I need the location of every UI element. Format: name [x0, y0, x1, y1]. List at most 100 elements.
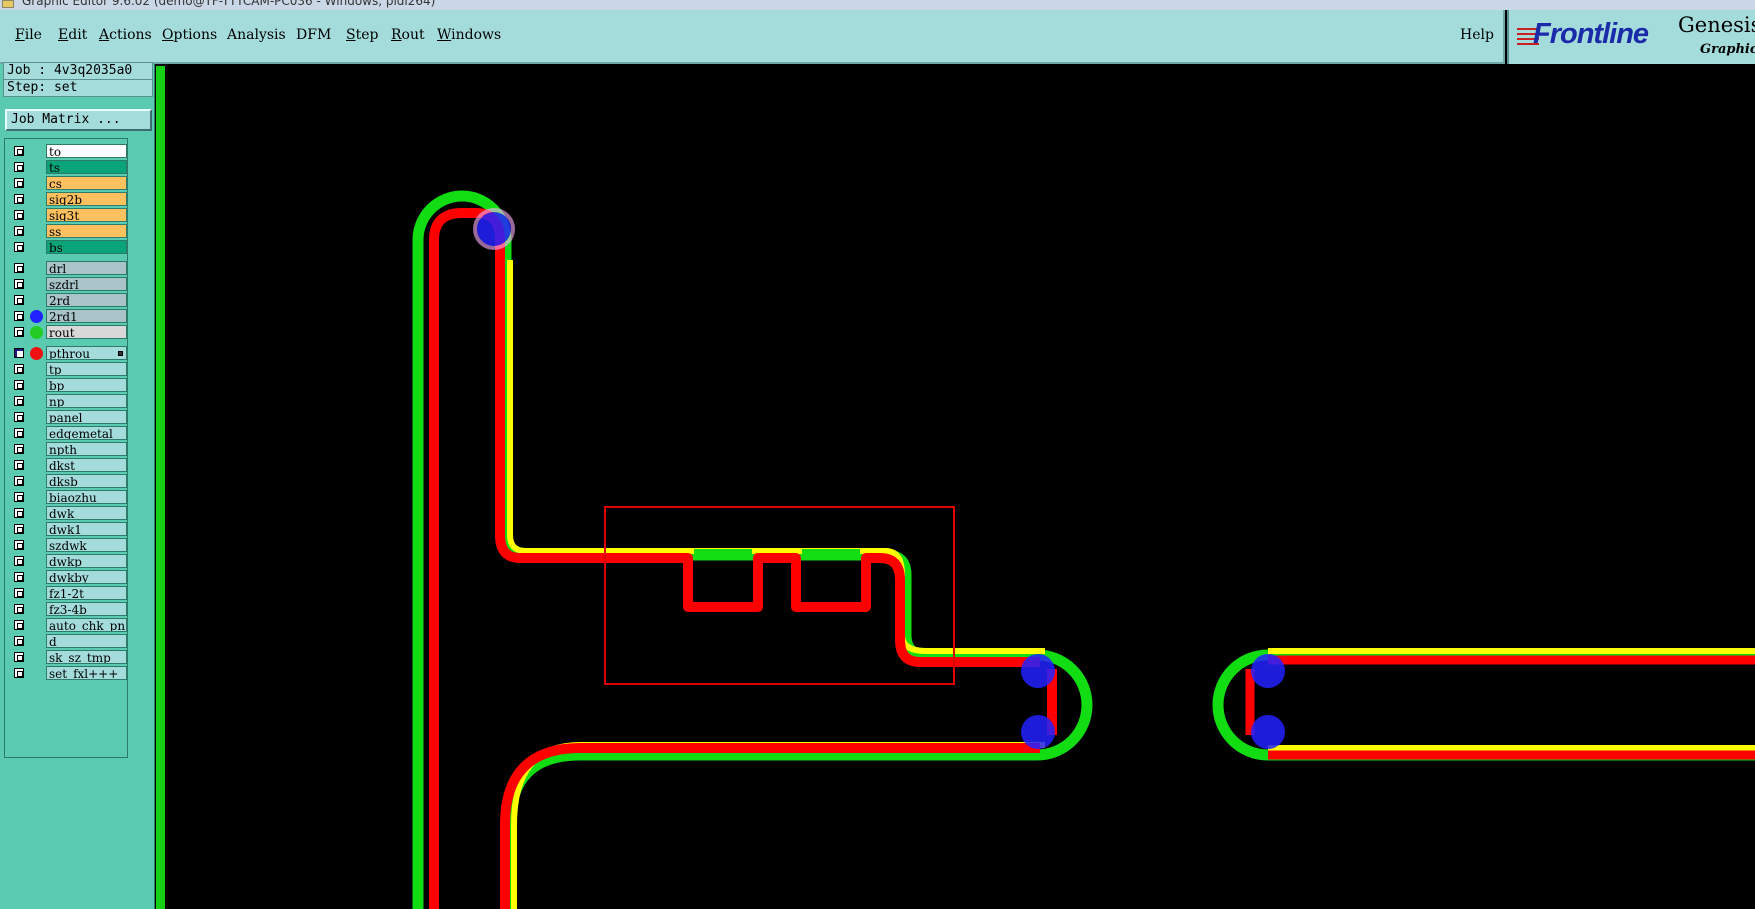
layer-row-sig3t[interactable]: sig3t — [9, 208, 127, 222]
menu-dfm[interactable]: DFM — [296, 27, 331, 43]
layer-label[interactable]: szdwk — [46, 538, 127, 552]
layer-row-bp[interactable]: bp — [9, 378, 127, 392]
menu-options[interactable]: Options — [162, 27, 217, 43]
layer-row-2rd[interactable]: 2rd — [9, 293, 127, 307]
layer-checkbox[interactable] — [14, 210, 24, 220]
layer-row-dwk[interactable]: dwk — [9, 506, 127, 520]
layer-checkbox[interactable] — [14, 444, 24, 454]
layer-checkbox[interactable] — [14, 460, 24, 470]
layer-row-d[interactable]: d — [9, 634, 127, 648]
layer-label[interactable]: dwkp — [46, 554, 127, 568]
layer-row-szdwk[interactable]: szdwk — [9, 538, 127, 552]
layer-checkbox[interactable] — [14, 524, 24, 534]
layer-label[interactable]: biaozhu — [46, 490, 127, 504]
menu-analysis[interactable]: Analysis — [227, 27, 286, 43]
layer-row-2rd1[interactable]: 2rd1 — [9, 309, 127, 323]
layer-row-dksb[interactable]: dksb — [9, 474, 127, 488]
layer-checkbox[interactable] — [14, 327, 24, 337]
layer-checkbox[interactable] — [14, 263, 24, 273]
layer-checkbox[interactable] — [14, 476, 24, 486]
layer-label[interactable]: sig2b — [46, 192, 127, 206]
layer-checkbox[interactable] — [14, 146, 24, 156]
layer-label[interactable]: dkst — [46, 458, 127, 472]
layer-checkbox[interactable] — [14, 348, 24, 358]
layer-checkbox[interactable] — [14, 364, 24, 374]
layer-checkbox[interactable] — [14, 380, 24, 390]
layer-checkbox[interactable] — [14, 620, 24, 630]
layer-label[interactable]: fz3-4b — [46, 602, 127, 616]
layer-row-cs[interactable]: cs — [9, 176, 127, 190]
menu-windows[interactable]: Windows — [437, 27, 501, 43]
layer-label[interactable]: set_fxl+++ — [46, 666, 127, 680]
layer-label[interactable]: rout — [46, 325, 127, 339]
layer-label[interactable]: drl — [46, 261, 127, 275]
layer-checkbox[interactable] — [14, 412, 24, 422]
menu-actions[interactable]: Actions — [99, 27, 152, 43]
layer-label[interactable]: dwkby — [46, 570, 127, 584]
layer-checkbox[interactable] — [14, 604, 24, 614]
layer-label[interactable]: dwk1 — [46, 522, 127, 536]
layer-row-bs[interactable]: bs — [9, 240, 127, 254]
layer-label[interactable]: np — [46, 394, 127, 408]
layer-row-ss[interactable]: ss — [9, 224, 127, 238]
layer-label[interactable]: cs — [46, 176, 127, 190]
layer-checkbox[interactable] — [14, 428, 24, 438]
menu-rout[interactable]: Rout — [391, 27, 425, 43]
menu-step[interactable]: Step — [346, 27, 378, 43]
layer-label[interactable]: pthrou — [46, 346, 127, 360]
layer-label[interactable]: sk_sz_tmp — [46, 650, 127, 664]
layer-checkbox[interactable] — [14, 279, 24, 289]
layer-label[interactable]: npth — [46, 442, 127, 456]
layer-checkbox[interactable] — [14, 572, 24, 582]
layer-label[interactable]: szdrl — [46, 277, 127, 291]
layer-row-biaozhu[interactable]: biaozhu — [9, 490, 127, 504]
menu-file[interactable]: File — [15, 27, 42, 43]
layer-checkbox[interactable] — [14, 242, 24, 252]
layer-label[interactable]: 2rd — [46, 293, 127, 307]
layer-row-dwkby[interactable]: dwkby — [9, 570, 127, 584]
layer-row-sk_sz_tmp[interactable]: sk_sz_tmp — [9, 650, 127, 664]
layer-row-pthrou[interactable]: pthrou — [9, 346, 127, 360]
layer-label[interactable]: edgemetal — [46, 426, 127, 440]
layer-checkbox[interactable] — [14, 668, 24, 678]
layer-label[interactable]: sig3t — [46, 208, 127, 222]
layer-row-edgemetal[interactable]: edgemetal — [9, 426, 127, 440]
layer-label[interactable]: bs — [46, 240, 127, 254]
layer-label[interactable]: panel — [46, 410, 127, 424]
layer-row-szdrl[interactable]: szdrl — [9, 277, 127, 291]
layer-checkbox[interactable] — [14, 636, 24, 646]
layer-checkbox[interactable] — [14, 396, 24, 406]
layer-row-npth[interactable]: npth — [9, 442, 127, 456]
layer-label[interactable]: fz1-2t — [46, 586, 127, 600]
layer-label[interactable]: auto_chk_pn — [46, 618, 127, 632]
layer-label[interactable]: ts — [46, 160, 127, 174]
layer-checkbox[interactable] — [14, 652, 24, 662]
job-matrix-button[interactable]: Job Matrix ... — [5, 109, 152, 131]
layer-label[interactable]: d — [46, 634, 127, 648]
layer-checkbox[interactable] — [14, 295, 24, 305]
menu-help[interactable]: Help — [1460, 27, 1494, 43]
layer-checkbox[interactable] — [14, 588, 24, 598]
layer-row-auto_chk_pn[interactable]: auto_chk_pn — [9, 618, 127, 632]
layer-checkbox[interactable] — [14, 311, 24, 321]
graphic-canvas[interactable] — [167, 64, 1755, 909]
layer-checkbox[interactable] — [14, 556, 24, 566]
layer-checkbox[interactable] — [14, 162, 24, 172]
layer-row-np[interactable]: np — [9, 394, 127, 408]
layer-row-dkst[interactable]: dkst — [9, 458, 127, 472]
layer-checkbox[interactable] — [14, 540, 24, 550]
menu-edit[interactable]: Edit — [58, 27, 87, 43]
layer-label[interactable]: dksb — [46, 474, 127, 488]
layer-row-to[interactable]: to — [9, 144, 127, 158]
layer-label[interactable]: tp — [46, 362, 127, 376]
layer-row-fz3-4b[interactable]: fz3-4b — [9, 602, 127, 616]
layer-row-panel[interactable]: panel — [9, 410, 127, 424]
layer-row-set_fxl+++[interactable]: set_fxl+++ — [9, 666, 127, 680]
layer-label[interactable]: to — [46, 144, 127, 158]
layer-checkbox[interactable] — [14, 492, 24, 502]
layer-checkbox[interactable] — [14, 226, 24, 236]
layer-label[interactable]: dwk — [46, 506, 127, 520]
layer-row-ts[interactable]: ts — [9, 160, 127, 174]
layer-checkbox[interactable] — [14, 508, 24, 518]
layer-row-dwk1[interactable]: dwk1 — [9, 522, 127, 536]
